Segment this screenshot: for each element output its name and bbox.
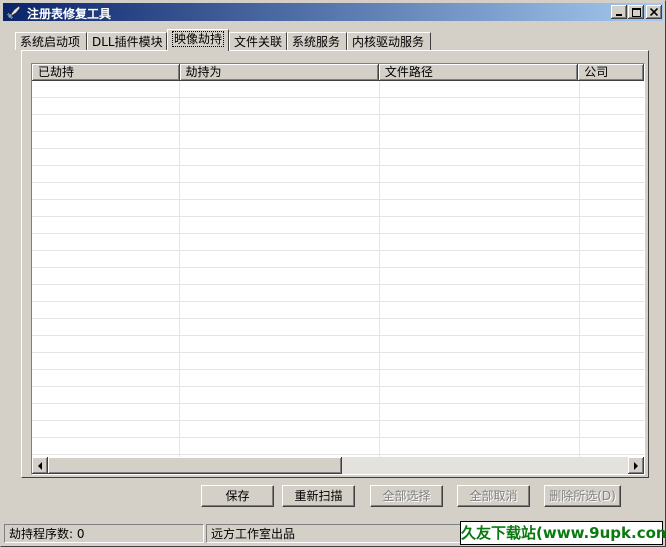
status-hijack-count: 劫持程序数: 0 xyxy=(4,524,204,543)
minimize-button[interactable] xyxy=(611,5,627,19)
maximize-button[interactable] xyxy=(628,5,644,19)
list-body[interactable] xyxy=(32,81,644,457)
window-title: 注册表修复工具 xyxy=(27,7,112,21)
tab-system-services[interactable]: 系统服务 xyxy=(287,32,347,50)
column-header-file-path[interactable]: 文件路径 xyxy=(378,64,579,81)
tab-label: 系统服务 xyxy=(292,35,341,49)
tab-label: 内核驱动服务 xyxy=(352,35,425,49)
delete-selected-button[interactable]: 删除所选(D) xyxy=(544,485,621,507)
scroll-left-button[interactable] xyxy=(32,457,48,474)
minimize-icon xyxy=(616,14,622,16)
column-divider xyxy=(579,81,580,457)
status-count-value: 0 xyxy=(76,527,85,541)
watermark: 久友下载站(www.9upk.com) xyxy=(460,521,666,545)
scroll-right-button[interactable] xyxy=(628,457,644,474)
select-all-button[interactable]: 全部选择 xyxy=(370,485,443,507)
column-header-company[interactable]: 公司 xyxy=(578,64,644,81)
horizontal-scrollbar[interactable] xyxy=(32,457,644,474)
status-producer: 远方工作室出品 xyxy=(206,524,461,543)
app-window: 注册表修复工具 系统启动项 DLL插件模块 映像劫持 文件关联 系统服务 内核驱… xyxy=(0,0,666,547)
tab-label: 系统启动项 xyxy=(20,35,81,49)
column-header-hijacked-as[interactable]: 劫持为 xyxy=(179,64,379,81)
tab-label: DLL插件模块 xyxy=(92,35,163,49)
scrollbar-thumb[interactable] xyxy=(48,457,342,474)
status-producer-text: 远方工作室出品 xyxy=(211,527,296,541)
title-bar[interactable]: 注册表修复工具 xyxy=(3,3,663,21)
close-icon xyxy=(650,8,658,16)
tab-label: 文件关联 xyxy=(234,35,283,49)
maximize-icon xyxy=(631,7,641,17)
tab-startup-items[interactable]: 系统启动项 xyxy=(15,32,87,50)
rescan-button[interactable]: 重新扫描 xyxy=(282,485,355,507)
tab-file-associations[interactable]: 文件关联 xyxy=(229,32,287,50)
hijack-list-view[interactable]: 已劫持 劫持为 文件路径 公司 xyxy=(31,63,645,475)
status-count-label: 劫持程序数: xyxy=(9,527,74,541)
save-button[interactable]: 保存 xyxy=(201,485,274,507)
column-header-hijacked[interactable]: 已劫持 xyxy=(32,64,180,81)
column-divider xyxy=(179,81,180,457)
list-header: 已劫持 劫持为 文件路径 公司 xyxy=(32,64,644,81)
tab-dll-plugins[interactable]: DLL插件模块 xyxy=(87,32,167,50)
tab-image-hijack[interactable]: 映像劫持 xyxy=(167,29,229,51)
app-icon xyxy=(6,4,22,20)
column-divider xyxy=(379,81,380,457)
arrow-right-icon xyxy=(634,461,638,470)
arrow-left-icon xyxy=(38,461,42,470)
close-button[interactable] xyxy=(646,5,662,19)
tab-label: 映像劫持 xyxy=(172,31,225,47)
deselect-all-button[interactable]: 全部取消 xyxy=(457,485,530,507)
tab-kernel-driver-services[interactable]: 内核驱动服务 xyxy=(347,32,431,50)
